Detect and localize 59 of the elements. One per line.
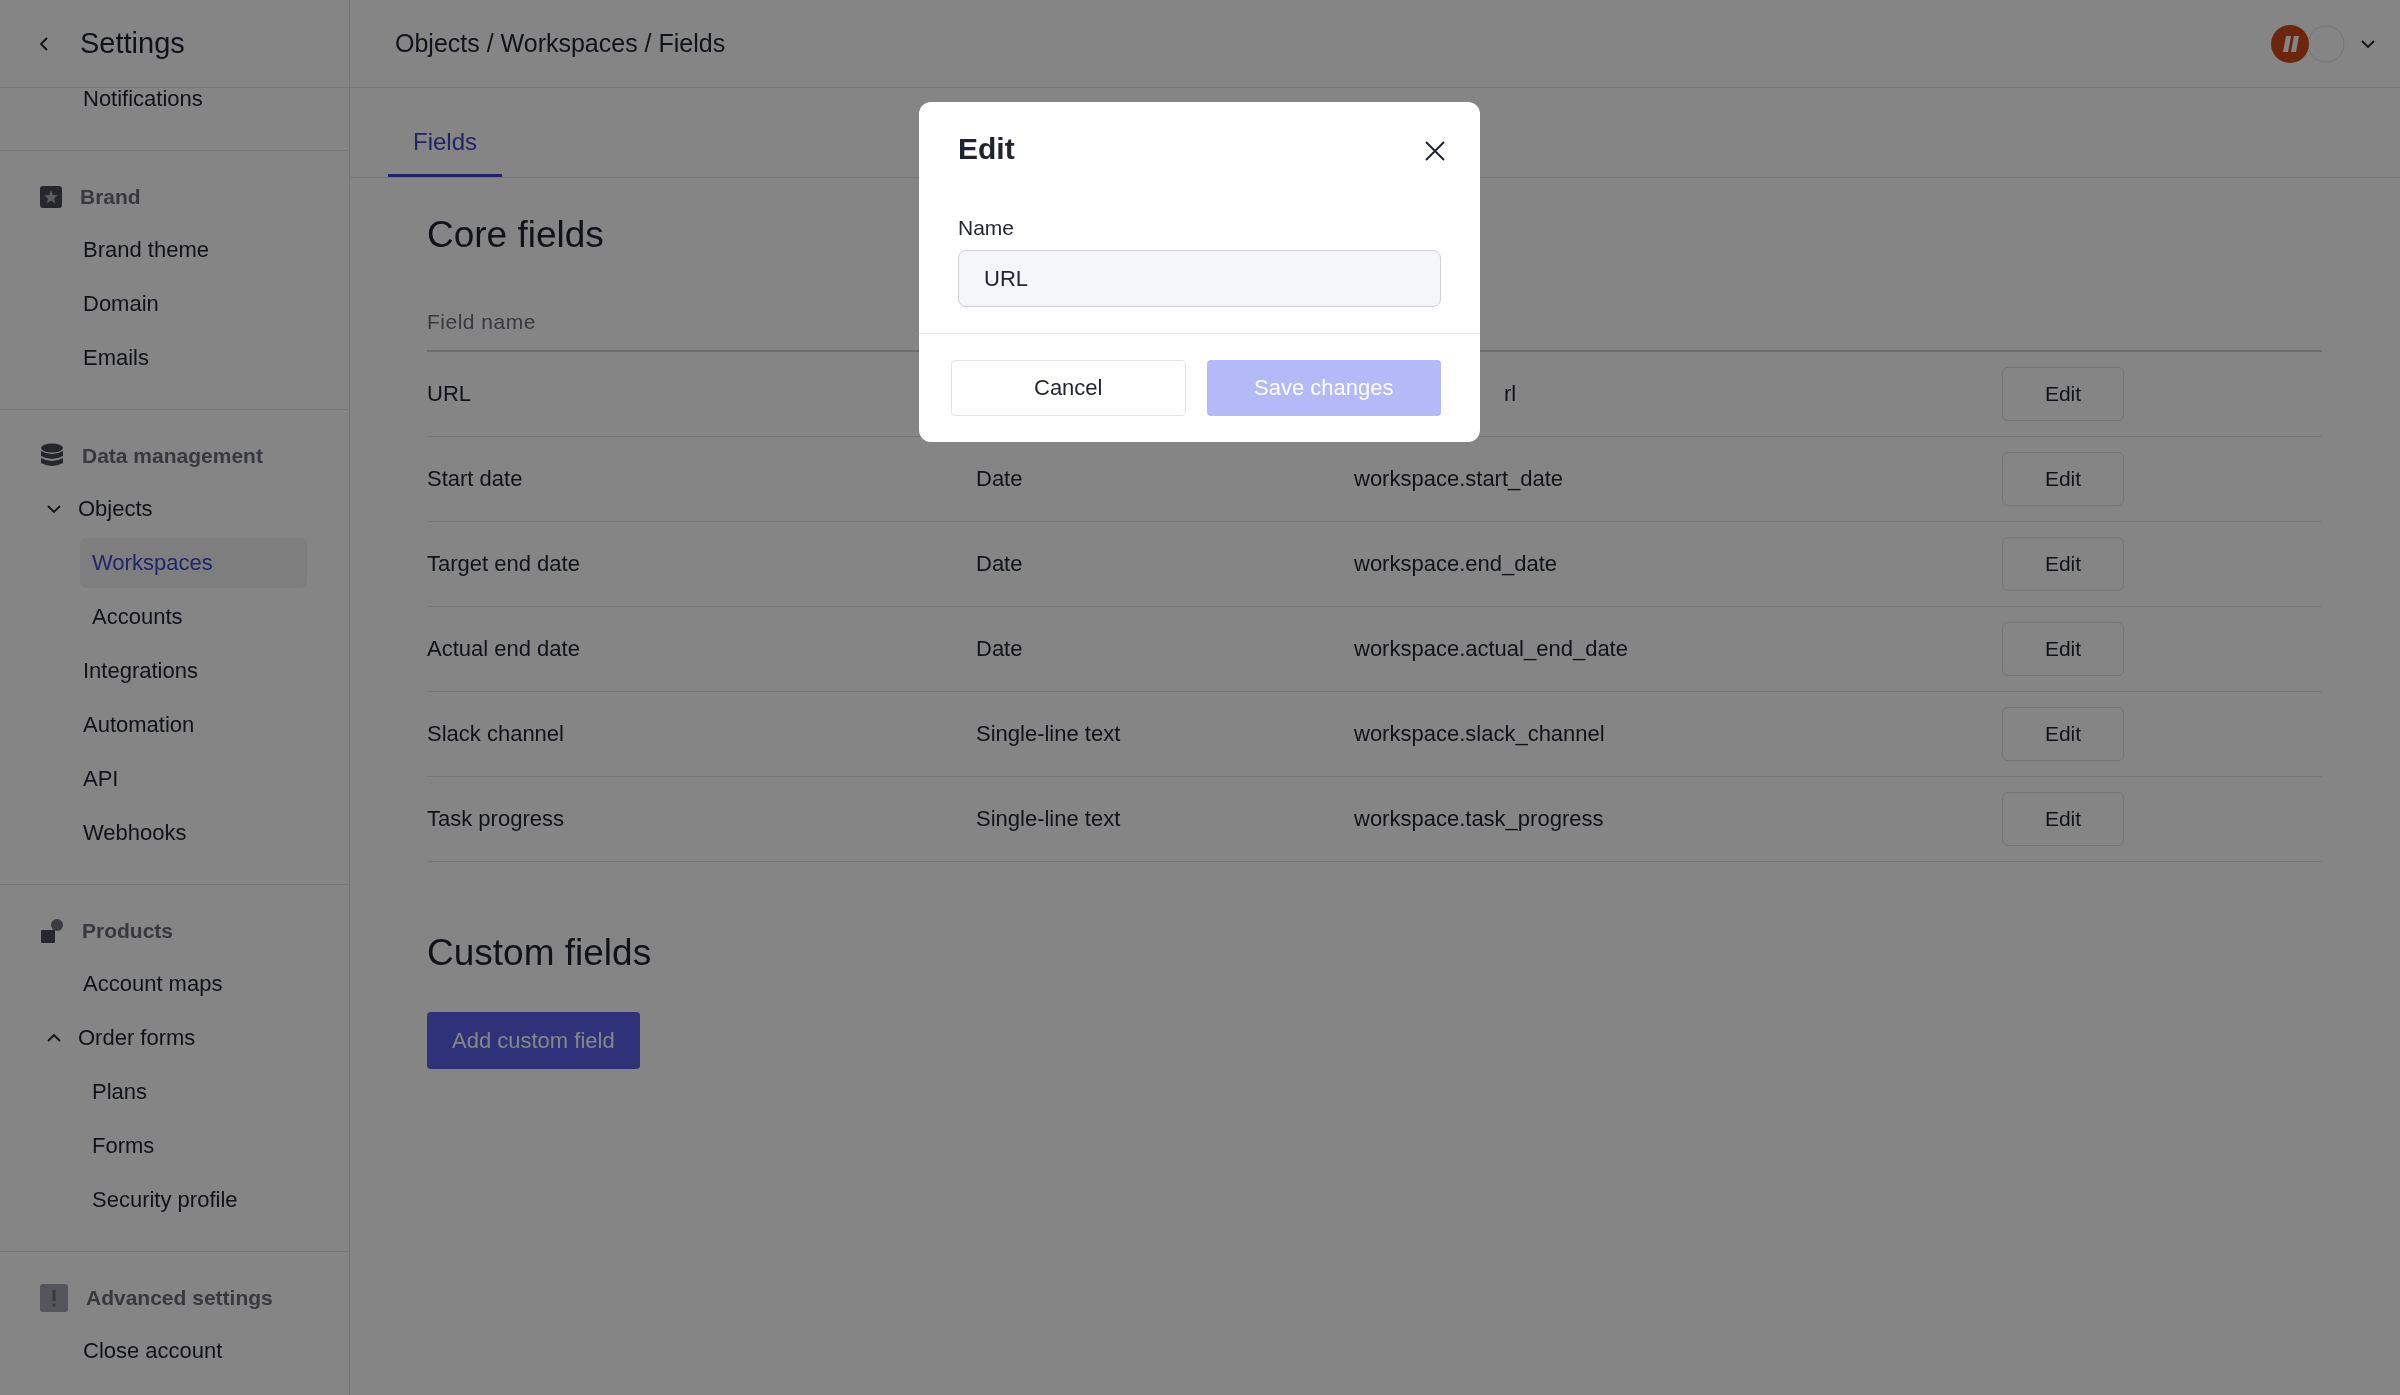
sidebar-item[interactable]: Accounts — [92, 604, 183, 630]
edit-button[interactable]: Edit — [2002, 367, 2124, 421]
sidebar-item[interactable]: Forms — [92, 1133, 155, 1159]
sidebar-item[interactable]: Account maps — [83, 971, 223, 997]
sidebar-item[interactable]: Workspaces — [80, 538, 307, 588]
table-cell-text: Date — [976, 466, 1024, 492]
sidebar-item[interactable]: Security profile — [92, 1187, 238, 1213]
table-cell: workspace.start_date — [1354, 466, 1564, 491]
cancel-button[interactable]: Cancel — [951, 360, 1186, 416]
breadcrumb: Objects / Workspaces / Fields — [395, 29, 726, 58]
shapes-icon — [40, 918, 64, 944]
section-title: Custom fields — [427, 932, 652, 974]
table-cell-text: Single-line text — [976, 806, 1122, 832]
sidebar-item[interactable]: Integrations — [83, 658, 198, 684]
sidebar-item[interactable]: Plans — [92, 1079, 148, 1105]
table-cell-text: Date — [976, 551, 1024, 577]
table-cell-text: Target end date — [427, 551, 581, 577]
column-header: Field name — [427, 310, 536, 334]
table-cell-text: Task progress — [427, 806, 565, 832]
section-heading: Brand — [80, 185, 141, 209]
section-heading: Advanced settings — [86, 1286, 273, 1310]
edit-button[interactable]: Edit — [2002, 537, 2124, 591]
database-icon — [40, 443, 64, 469]
edit-button[interactable]: Edit — [2002, 622, 2124, 676]
table-cell: workspace.slack_channel — [1354, 721, 1605, 746]
tab[interactable]: Fields — [388, 128, 503, 177]
alert-icon — [40, 1284, 68, 1312]
name-field[interactable]: URL — [958, 250, 1441, 307]
table-cell: workspace.task_progress — [1354, 806, 1604, 831]
field-label: Name — [958, 216, 1015, 240]
sidebar-item[interactable]: Automation — [83, 712, 195, 738]
sidebar-title: Settings — [80, 27, 185, 60]
sidebar-item[interactable]: Emails — [83, 345, 149, 371]
edit-button[interactable]: Edit — [2002, 792, 2124, 846]
close-icon — [1424, 140, 1446, 162]
dialog-title: Edit — [958, 132, 1015, 166]
table-cell-text: Date — [976, 636, 1024, 662]
section-heading: Data management — [82, 444, 263, 468]
table-cell-text: Single-line text — [976, 721, 1122, 747]
edit-button[interactable]: Edit — [2002, 707, 2124, 761]
sidebar-group[interactable]: Objects — [0, 482, 349, 536]
table-cell-text: URL — [427, 381, 472, 407]
sidebar-item[interactable]: Brand theme — [83, 237, 209, 263]
sidebar-item[interactable]: Domain — [83, 291, 159, 317]
table-cell: workspace.actual_end_date — [1354, 636, 1628, 661]
add-field-button[interactable]: Add custom field — [427, 1012, 640, 1069]
edit-button[interactable]: Edit — [2002, 452, 2124, 506]
sidebar-group[interactable]: Order forms — [0, 1011, 349, 1065]
section-title: Core fields — [427, 214, 604, 256]
table-cell-text: Slack channel — [427, 721, 565, 747]
sidebar-item[interactable]: Close account — [83, 1338, 223, 1364]
sidebar-item[interactable]: Webhooks — [83, 820, 187, 846]
sidebar-item[interactable]: API — [83, 766, 119, 792]
table-cell-text: Start date — [427, 466, 524, 492]
section-heading: Products — [82, 919, 173, 943]
table-cell: workspace.end_date — [1354, 551, 1558, 576]
table-cell-text: Actual end date — [427, 636, 581, 662]
avatar-icon[interactable] — [2270, 23, 2348, 64]
sidebar-item[interactable]: Notifications — [83, 86, 203, 112]
